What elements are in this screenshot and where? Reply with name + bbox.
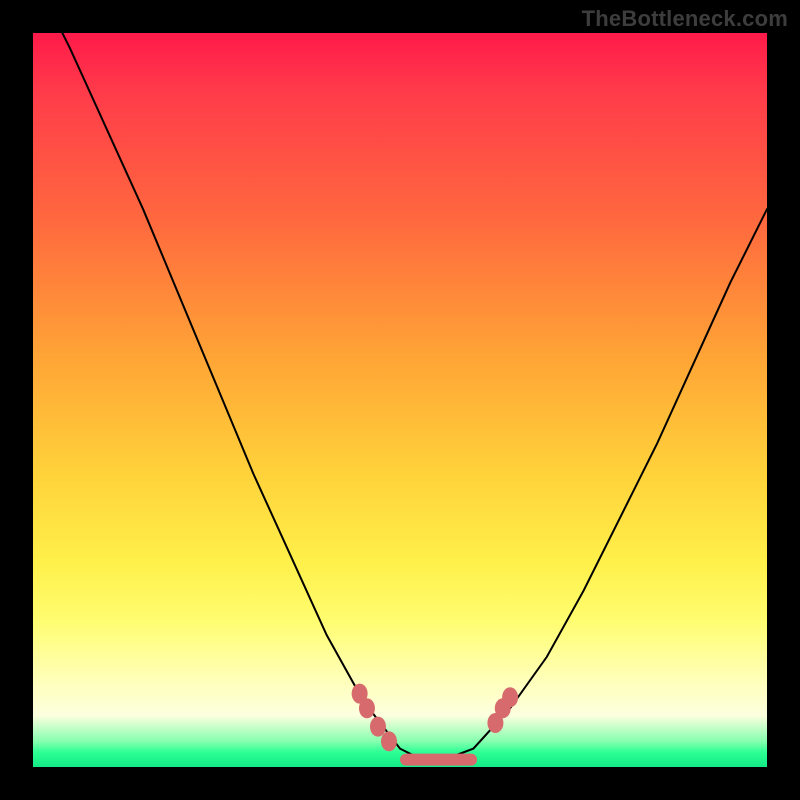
- curve-marker: [359, 698, 375, 718]
- plot-area: [33, 33, 767, 767]
- bottleneck-curve: [33, 0, 767, 760]
- curve-markers: [352, 684, 518, 752]
- curve-marker: [370, 717, 386, 737]
- watermark-text: TheBottleneck.com: [582, 6, 788, 32]
- curve-flat-markers: [400, 754, 477, 766]
- curve-layer: [33, 33, 767, 767]
- flat-marker: [400, 754, 477, 766]
- curve-marker: [381, 731, 397, 751]
- chart-frame: TheBottleneck.com: [0, 0, 800, 800]
- curve-marker: [502, 687, 518, 707]
